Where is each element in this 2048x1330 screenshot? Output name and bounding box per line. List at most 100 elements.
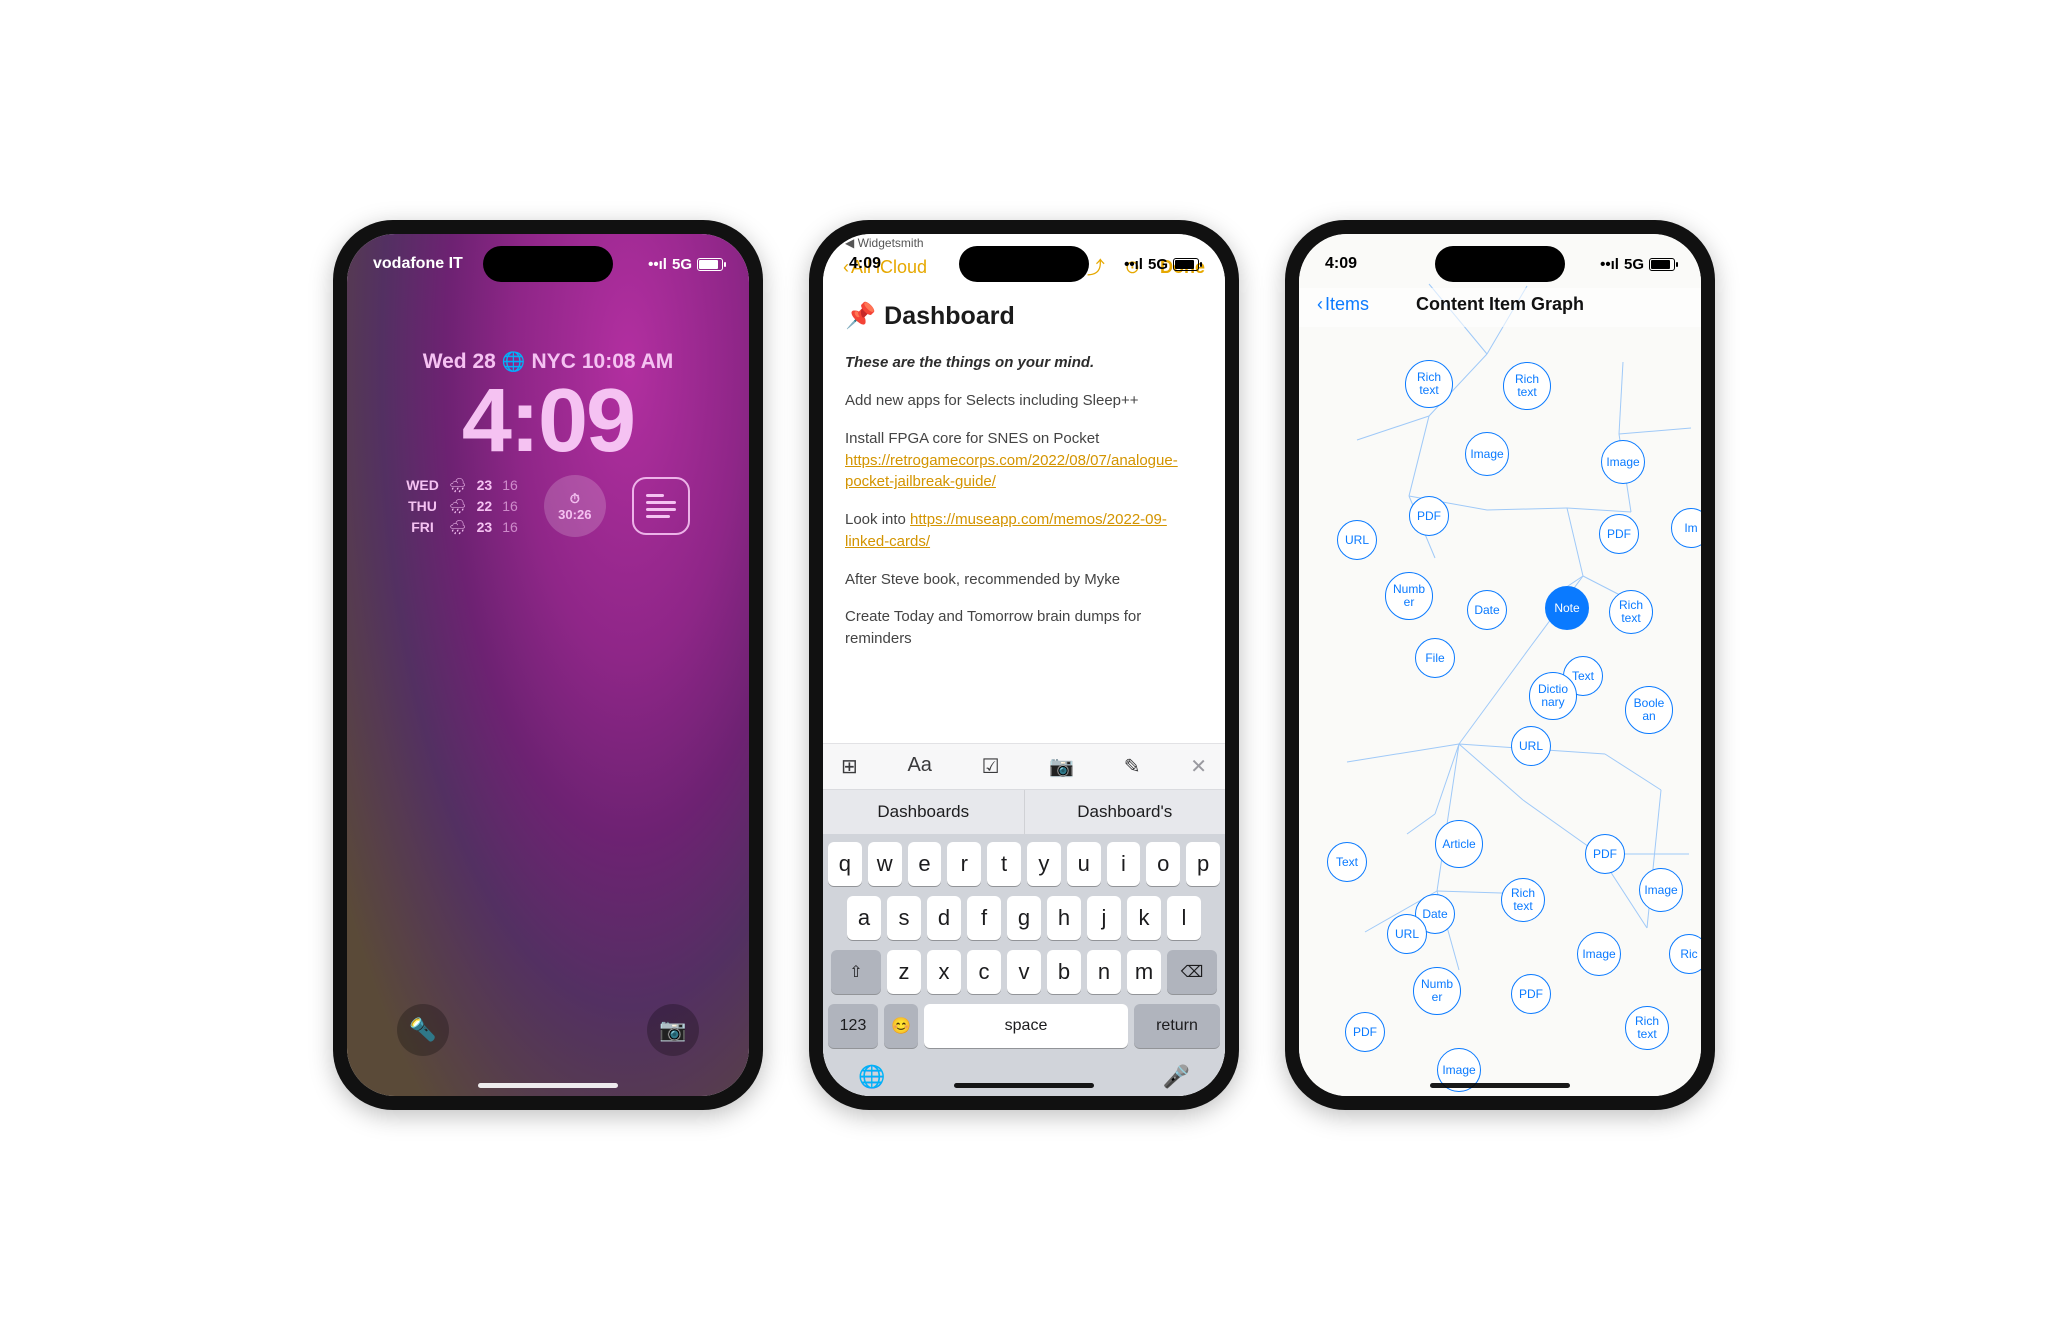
link[interactable]: https://retrogamecorps.com/2022/08/07/an… xyxy=(845,452,1178,491)
graph-node[interactable]: Rich text xyxy=(1625,1006,1669,1050)
suggestion[interactable]: Dashboards xyxy=(823,790,1025,834)
key-p[interactable]: p xyxy=(1186,842,1220,886)
key-v[interactable]: v xyxy=(1007,950,1041,994)
suggestion[interactable]: Dashboard's xyxy=(1025,790,1226,834)
carrier-label: vodafone IT xyxy=(373,255,463,273)
timer-value: 30:26 xyxy=(558,507,591,522)
camera-icon: 📷 xyxy=(659,1017,686,1043)
note-line: Install FPGA core for SNES on Pocket htt… xyxy=(845,428,1203,493)
key-e[interactable]: e xyxy=(908,842,942,886)
home-indicator[interactable] xyxy=(478,1083,618,1088)
battery-icon xyxy=(1649,258,1675,271)
globe-key[interactable]: 🌐 xyxy=(858,1064,885,1090)
key-q[interactable]: q xyxy=(828,842,862,886)
key-x[interactable]: x xyxy=(927,950,961,994)
graph-node[interactable]: Numb er xyxy=(1413,967,1461,1015)
signal-icon: ••ıl xyxy=(1124,256,1143,273)
return-key[interactable]: return xyxy=(1134,1004,1220,1048)
weather-widget[interactable]: WED🌧2316 THU🌧2216 FRI🌧2316 xyxy=(406,477,518,536)
graph-node[interactable]: PDF xyxy=(1585,834,1625,874)
key-y[interactable]: y xyxy=(1027,842,1061,886)
graph-node[interactable]: Image xyxy=(1577,932,1621,976)
timer-widget[interactable]: ⏱ 30:26 xyxy=(544,475,606,537)
home-indicator[interactable] xyxy=(954,1083,1094,1088)
key-m[interactable]: m xyxy=(1127,950,1161,994)
key-a[interactable]: a xyxy=(847,896,881,940)
emoji-key[interactable]: 😊 xyxy=(884,1004,918,1048)
graph-node[interactable]: Numb er xyxy=(1385,572,1433,620)
graph-node[interactable]: PDF xyxy=(1409,496,1449,536)
flashlight-button[interactable]: 🔦 xyxy=(397,1004,449,1056)
text-format-button[interactable]: Aa xyxy=(907,754,931,779)
graph-node[interactable]: Image xyxy=(1601,440,1645,484)
backspace-key[interactable]: ⌫ xyxy=(1167,950,1217,994)
graph-node[interactable]: Im xyxy=(1671,508,1701,548)
space-key[interactable]: space xyxy=(924,1004,1128,1048)
note-title: Dashboard xyxy=(884,298,1015,334)
notes-widget[interactable] xyxy=(632,477,690,535)
key-i[interactable]: i xyxy=(1107,842,1141,886)
key-g[interactable]: g xyxy=(1007,896,1041,940)
phone-content-graph: 4:09 ••ıl 5G ‹ Items Content Item Graph … xyxy=(1285,220,1715,1110)
graph-node[interactable]: Rich text xyxy=(1503,362,1551,410)
graph-node[interactable]: Date xyxy=(1467,590,1507,630)
home-indicator[interactable] xyxy=(1430,1083,1570,1088)
graph-node[interactable]: Dictio nary xyxy=(1529,672,1577,720)
graph-node[interactable]: Ric xyxy=(1669,934,1701,974)
graph-node[interactable]: Image xyxy=(1465,432,1509,476)
key-c[interactable]: c xyxy=(967,950,1001,994)
key-u[interactable]: u xyxy=(1067,842,1101,886)
graph-node[interactable]: Rich text xyxy=(1405,360,1453,408)
notes-icon xyxy=(646,490,676,522)
graph-node[interactable]: PDF xyxy=(1345,1012,1385,1052)
note-line: Add new apps for Selects including Sleep… xyxy=(845,390,1203,412)
key-b[interactable]: b xyxy=(1047,950,1081,994)
key-s[interactable]: s xyxy=(887,896,921,940)
graph-node[interactable]: Image xyxy=(1639,868,1683,912)
key-t[interactable]: t xyxy=(987,842,1021,886)
checklist-button[interactable]: ☑︎ xyxy=(982,754,1000,779)
graph-node[interactable]: Text xyxy=(1327,842,1367,882)
graph-node[interactable]: Article xyxy=(1435,820,1483,868)
note-line: Create Today and Tomorrow brain dumps fo… xyxy=(845,606,1203,650)
close-toolbar-button[interactable]: ✕ xyxy=(1190,754,1207,779)
graph-node[interactable]: URL xyxy=(1337,520,1377,560)
phone-notes-app: 4:09 ••ıl 5G ◀ Widgetsmith ‹ All iCloud … xyxy=(809,220,1239,1110)
key-f[interactable]: f xyxy=(967,896,1001,940)
mic-key[interactable]: 🎤 xyxy=(1163,1064,1190,1090)
graph-node[interactable]: PDF xyxy=(1599,514,1639,554)
graph-nodes-layer[interactable]: Rich textRich textImageImagePDFURLPDFImN… xyxy=(1299,334,1701,1096)
key-d[interactable]: d xyxy=(927,896,961,940)
graph-node[interactable]: Rich text xyxy=(1609,590,1653,634)
status-time: 4:09 xyxy=(1325,255,1357,273)
key-r[interactable]: r xyxy=(947,842,981,886)
graph-node[interactable]: Boole an xyxy=(1625,686,1673,734)
key-w[interactable]: w xyxy=(868,842,902,886)
markup-button[interactable]: ✎ xyxy=(1124,754,1141,779)
table-button[interactable]: ⊞ xyxy=(841,754,858,779)
graph-node[interactable]: PDF xyxy=(1511,974,1551,1014)
shift-key[interactable]: ⇧ xyxy=(831,950,881,994)
keyboard-suggestions: Dashboards Dashboard's xyxy=(823,789,1225,834)
note-editor[interactable]: 📌Dashboard These are the things on your … xyxy=(823,288,1225,743)
key-j[interactable]: j xyxy=(1087,896,1121,940)
key-123[interactable]: 123 xyxy=(828,1004,878,1048)
camera-button[interactable]: 📷 xyxy=(647,1004,699,1056)
note-line: Look into https://museapp.com/memos/2022… xyxy=(845,509,1203,553)
graph-node[interactable]: File xyxy=(1415,638,1455,678)
rain-icon: 🌧 xyxy=(449,498,467,515)
lock-time: 4:09 xyxy=(347,370,749,473)
key-k[interactable]: k xyxy=(1127,896,1161,940)
dynamic-island xyxy=(1435,246,1565,282)
graph-node[interactable]: Note xyxy=(1545,586,1589,630)
graph-node[interactable]: URL xyxy=(1387,914,1427,954)
battery-icon xyxy=(697,258,723,271)
graph-node[interactable]: URL xyxy=(1511,726,1551,766)
key-l[interactable]: l xyxy=(1167,896,1201,940)
key-h[interactable]: h xyxy=(1047,896,1081,940)
key-z[interactable]: z xyxy=(887,950,921,994)
key-n[interactable]: n xyxy=(1087,950,1121,994)
camera-insert-button[interactable]: 📷 xyxy=(1049,754,1074,779)
key-o[interactable]: o xyxy=(1146,842,1180,886)
graph-node[interactable]: Rich text xyxy=(1501,878,1545,922)
